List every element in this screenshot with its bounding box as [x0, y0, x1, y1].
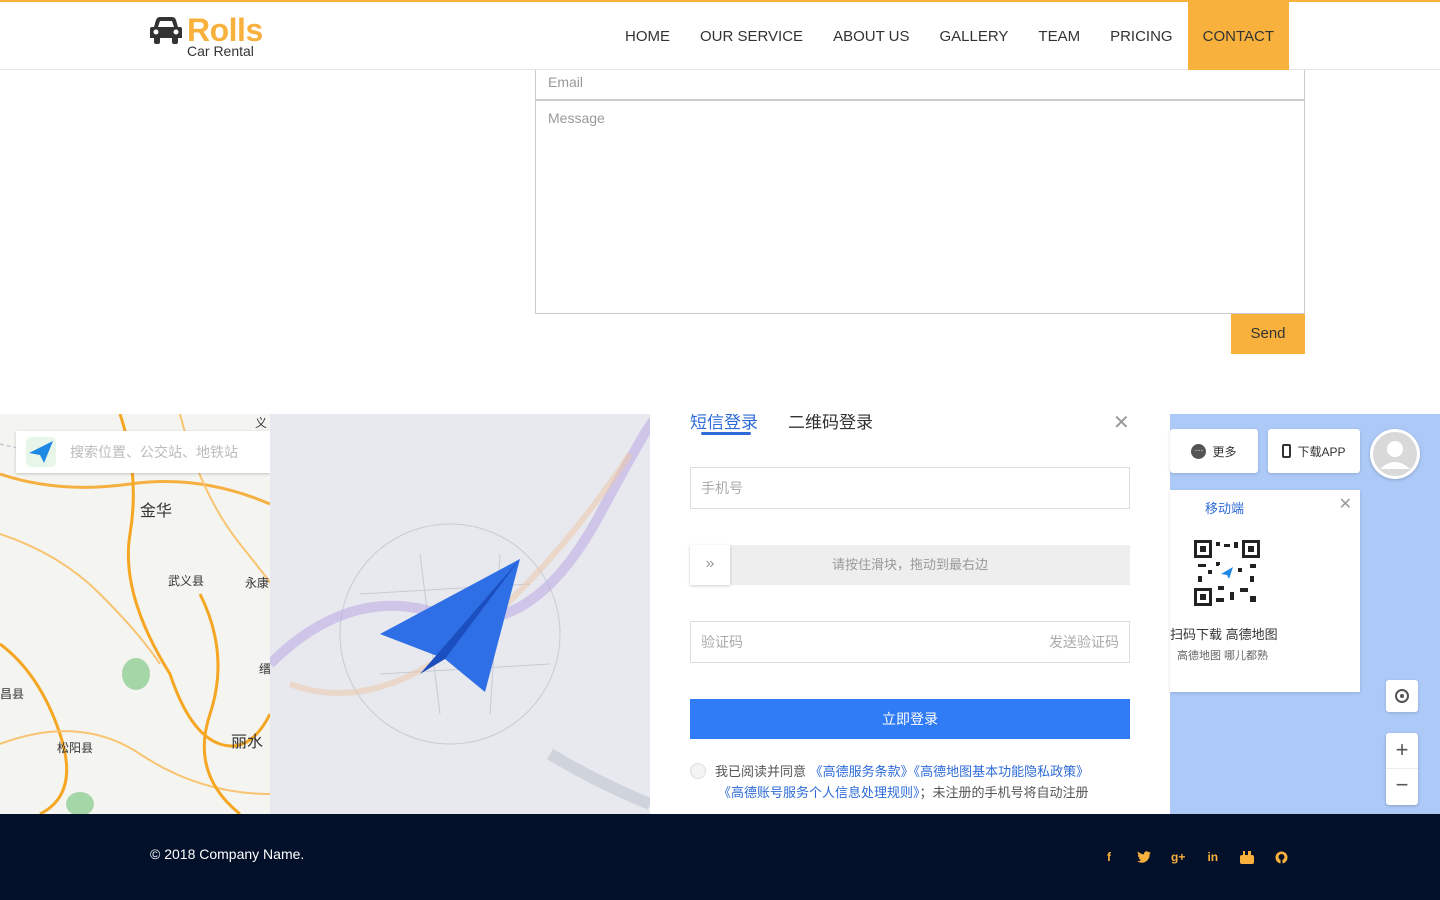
car-icon: [150, 17, 182, 44]
map-embed[interactable]: 金华 武义县 永康 丽水 松阳县 缙 昌县 义 搜索位置、公交站、地铁站 短信登…: [0, 414, 1440, 814]
map-label: 松阳县: [57, 741, 94, 755]
twitter-icon[interactable]: [1134, 848, 1154, 866]
close-icon[interactable]: ✕: [1113, 414, 1130, 435]
nav-pricing[interactable]: PRICING: [1095, 0, 1188, 70]
tab-qr-login[interactable]: 二维码登录: [788, 414, 873, 433]
email-field[interactable]: Email: [535, 66, 1305, 100]
more-icon: ···: [1191, 443, 1207, 459]
login-panel: 短信登录 二维码登录 ✕ 手机号 » 请按住滑块，拖动到最右边 验证码 发送验证…: [650, 414, 1170, 814]
map-label: 武义县: [168, 574, 205, 588]
brand-name: Rolls: [187, 12, 263, 48]
more-button[interactable]: ··· 更多: [1170, 429, 1258, 473]
promo-banner: [270, 414, 650, 814]
github-icon[interactable]: [1272, 848, 1292, 866]
map-label: 义: [255, 416, 268, 430]
send-button[interactable]: Send: [1231, 314, 1305, 354]
code-placeholder: 验证码: [701, 634, 743, 650]
copyright-text: © 2018 Company Name.: [150, 846, 305, 862]
tab-sms-login[interactable]: 短信登录: [690, 414, 758, 433]
map-label: 永康: [245, 576, 270, 590]
slider-captcha[interactable]: » 请按住滑块，拖动到最右边: [690, 545, 1130, 585]
map-label: 昌县: [0, 687, 25, 701]
brand-subtitle: Car Rental: [187, 43, 254, 59]
message-field[interactable]: Message: [535, 100, 1305, 314]
paper-plane-illustration: [270, 414, 650, 814]
locate-icon: [1395, 689, 1409, 703]
agree-suffix: ；未注册的手机号将自动注册: [919, 785, 1089, 800]
phone-icon: [1282, 444, 1292, 458]
brand-logo[interactable]: Rolls Car Rental: [149, 14, 263, 58]
user-icon: [1373, 432, 1417, 476]
footer: © 2018 Company Name. f g+ in: [0, 814, 1440, 900]
social-links: f g+ in: [1099, 848, 1307, 866]
facebook-icon[interactable]: f: [1099, 848, 1119, 866]
zoom-control: + −: [1386, 733, 1418, 805]
agreement-text: 我已阅读并同意 《高德服务条款》《高德地图基本功能隐私政策》 《高德账号服务个人…: [690, 761, 1140, 803]
linkedin-icon[interactable]: in: [1203, 848, 1223, 866]
zoom-out-button[interactable]: −: [1386, 769, 1418, 805]
terms-link[interactable]: 《高德服务条款》: [810, 764, 914, 779]
agree-prefix: 我已阅读并同意: [715, 764, 807, 779]
google-plus-icon[interactable]: g+: [1168, 848, 1188, 866]
nav-gallery[interactable]: GALLERY: [924, 0, 1023, 70]
qr-download-text: 扫码下载 高德地图: [1170, 627, 1278, 642]
phone-input[interactable]: 手机号: [690, 467, 1130, 509]
login-button[interactable]: 立即登录: [690, 699, 1130, 739]
nav-home[interactable]: HOME: [610, 0, 685, 70]
youtube-icon[interactable]: [1237, 848, 1257, 866]
map-roads: [0, 414, 270, 814]
nav-our-service[interactable]: OUR SERVICE: [685, 0, 818, 70]
download-label: 下载APP: [1297, 444, 1346, 459]
nav-contact[interactable]: CONTACT: [1187, 0, 1289, 70]
qr-code: [1194, 540, 1260, 606]
slider-hint: 请按住滑块，拖动到最右边: [831, 557, 988, 572]
map-search-input[interactable]: 搜索位置、公交站、地铁站: [70, 442, 238, 462]
download-app-button[interactable]: 下载APP: [1268, 429, 1360, 473]
privacy-link[interactable]: 《高德地图基本功能隐私政策》: [914, 764, 1090, 779]
map-label: 丽水: [231, 734, 264, 751]
account-rules-link[interactable]: 《高德账号服务个人信息处理规则》: [718, 785, 920, 800]
qr-title: 移动端: [1205, 501, 1245, 516]
agree-checkbox[interactable]: [690, 763, 706, 779]
qr-slogan: 高德地图 哪儿都熟: [1177, 650, 1269, 662]
code-input[interactable]: 验证码 发送验证码: [690, 621, 1130, 663]
more-label: 更多: [1212, 444, 1237, 459]
main-nav: HOME OUR SERVICE ABOUT US GALLERY TEAM P…: [610, 0, 1289, 70]
tab-active-indicator: [701, 432, 751, 435]
paper-plane-icon: [26, 437, 56, 467]
map-search-box[interactable]: 搜索位置、公交站、地铁站: [16, 431, 270, 473]
slider-handle[interactable]: »: [690, 545, 730, 585]
send-code-button[interactable]: 发送验证码: [1049, 622, 1119, 662]
avatar[interactable]: [1370, 429, 1420, 479]
qr-panel: 移动端 ✕ 扫码下载 高德地图 高德地图 哪儿都熟: [1170, 490, 1360, 692]
map-label: 金华: [140, 503, 173, 520]
top-navbar: Rolls Car Rental HOME OUR SERVICE ABOUT …: [0, 0, 1440, 70]
close-icon[interactable]: ✕: [1339, 494, 1352, 514]
nav-about-us[interactable]: ABOUT US: [818, 0, 924, 70]
locate-button[interactable]: [1386, 680, 1418, 712]
nav-team[interactable]: TEAM: [1023, 0, 1095, 70]
zoom-in-button[interactable]: +: [1386, 733, 1418, 769]
